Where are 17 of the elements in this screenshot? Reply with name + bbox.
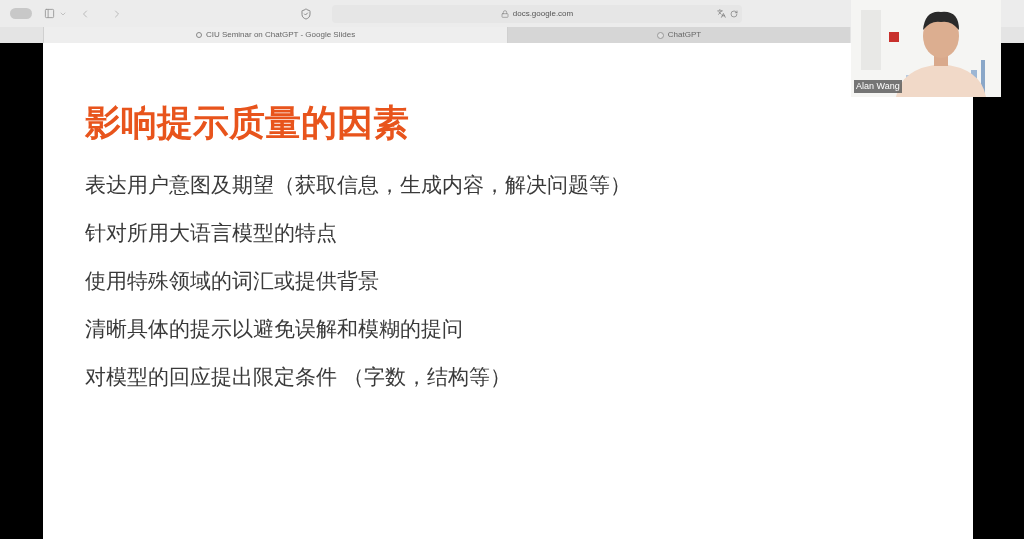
address-text: docs.google.com: [512, 7, 574, 20]
slide-bullet: 清晰具体的提示以避免误解和模糊的提问: [85, 316, 464, 342]
address-field[interactable]: docs.google.com: [332, 4, 742, 23]
slide-bullet: 针对所用大语言模型的特点: [85, 220, 338, 246]
slide-bullet: 使用特殊领域的词汇或提供背景: [85, 268, 380, 294]
lock-icon: [500, 9, 509, 18]
page-icon: [656, 31, 664, 39]
browser-tab[interactable]: ChatGPT: [507, 27, 850, 43]
translate-icon[interactable]: [717, 9, 726, 18]
browser-tab[interactable]: CIU Seminar on ChatGPT - Google Slides: [43, 27, 507, 43]
slide-title: 影响提示质量的因素: [85, 105, 410, 141]
reload-icon[interactable]: [730, 9, 738, 18]
slide-bullet: 表达用户意图及期望（获取信息，生成内容，解决问题等）: [85, 172, 632, 198]
sidebar-pill-button[interactable]: [10, 8, 32, 19]
shield-icon[interactable]: [300, 7, 312, 20]
sidebar-icon[interactable]: [44, 8, 55, 19]
slide-bullet: 对模型的回应提出限定条件 （字数，结构等）: [85, 364, 512, 390]
